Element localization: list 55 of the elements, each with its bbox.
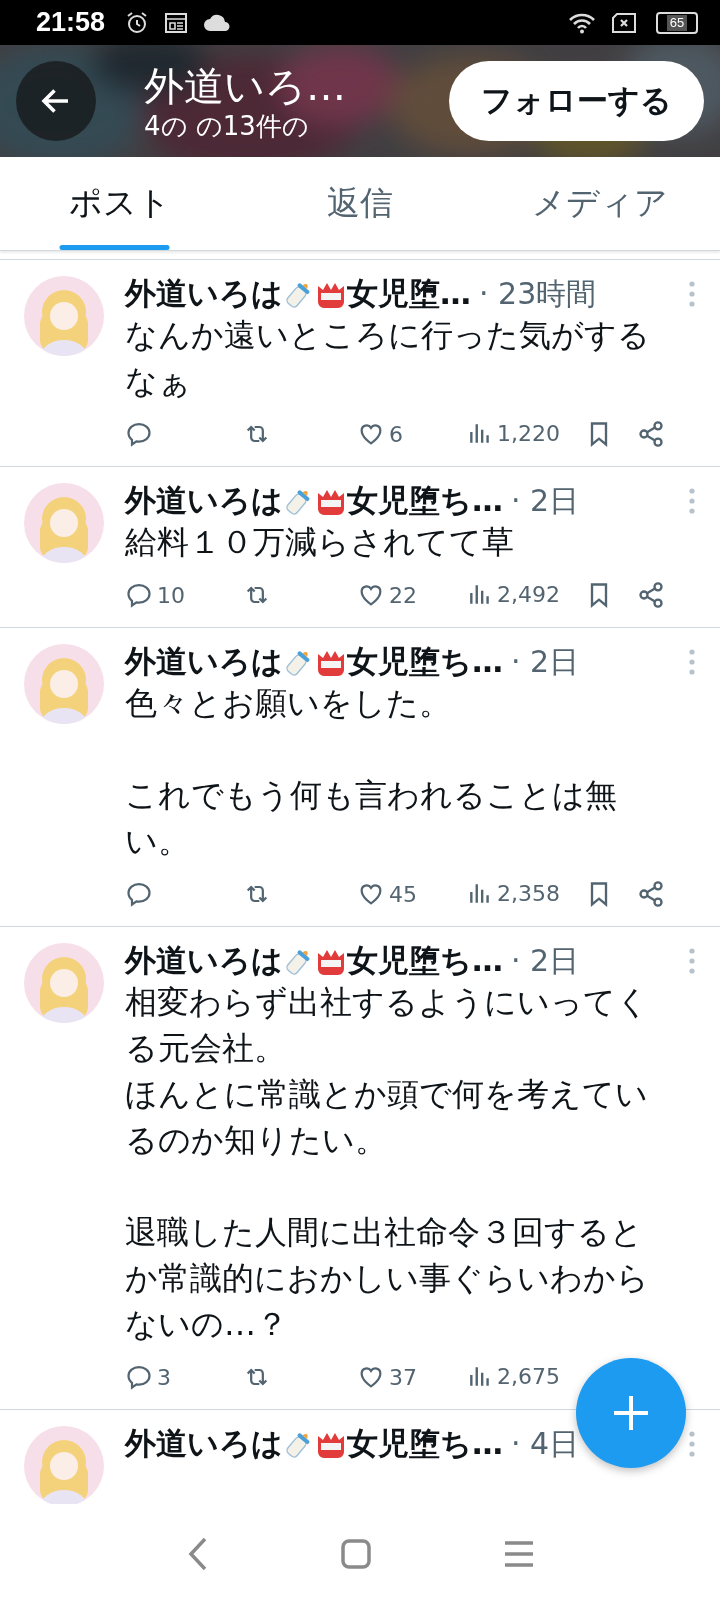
calendar-icon	[163, 10, 190, 35]
share-icon[interactable]	[637, 581, 665, 609]
post-time: · 2日	[511, 642, 580, 681]
post-time: · 4日	[511, 1424, 580, 1463]
tab[interactable]: メディア	[480, 157, 720, 250]
tab[interactable]: ポスト	[0, 157, 240, 250]
like-count: 6	[389, 421, 403, 447]
follow-button[interactable]: フォローする	[449, 61, 704, 141]
author-name[interactable]: 女児堕ち…	[347, 940, 503, 982]
clock: 21:58	[36, 7, 106, 38]
view-count: 2,492	[497, 581, 560, 607]
author-name[interactable]: 外道いろは	[125, 480, 283, 522]
plus-icon	[611, 1393, 651, 1433]
battery-level: 65	[666, 14, 688, 31]
reply-icon[interactable]	[125, 880, 153, 908]
author-name[interactable]: 女児堕ち…	[347, 480, 503, 522]
reply-count: 10	[157, 582, 185, 608]
post-time: · 23時間	[479, 274, 597, 313]
view-count: 2,675	[497, 1363, 560, 1389]
post-text: 色々とお願いをした。	[125, 683, 452, 724]
no-sim-icon	[610, 11, 638, 34]
like-count: 37	[389, 1364, 417, 1390]
like-count: 45	[389, 881, 417, 907]
author-name[interactable]: 女児堕ち…	[347, 641, 503, 683]
reply-icon[interactable]	[125, 1363, 153, 1391]
wifi-icon	[568, 11, 596, 34]
reply-icon[interactable]	[125, 420, 153, 448]
reply-count: 3	[157, 1364, 171, 1390]
author-name[interactable]: 外道いろは	[125, 273, 283, 315]
post-text: 給料１０万減らされてて草	[125, 522, 515, 563]
cloud-icon	[203, 13, 232, 32]
share-icon[interactable]	[637, 880, 665, 908]
post-time: · 2日	[511, 481, 580, 520]
compose-button[interactable]	[576, 1358, 686, 1468]
post-text: これでもう何も言われることは無い。	[125, 775, 618, 862]
post-text: 退職した人間に出社命令３回するとか常識的におかしい事ぐらいわからないの…？	[125, 1212, 650, 1345]
share-icon[interactable]	[637, 420, 665, 448]
menu-icon[interactable]	[502, 1540, 535, 1568]
view-count: 2,358	[497, 880, 560, 906]
author-name[interactable]: 外道いろは	[125, 940, 283, 982]
author-name[interactable]: 女児堕ち…	[347, 1423, 503, 1465]
home-icon[interactable]	[340, 1538, 372, 1570]
like-count: 22	[389, 582, 417, 608]
post-text: なんか遠いところに行った気がするなぁ	[125, 315, 651, 402]
post-text: ほんとに常識とか頭で何を考えているのか知りたい。	[125, 1074, 649, 1161]
view-count: 1,220	[497, 420, 560, 446]
post-text: 相変わらず出社するようにいってくる元会社。	[125, 982, 650, 1069]
author-name[interactable]: 外道いろは	[125, 641, 283, 683]
author-name[interactable]: 女児堕…	[347, 273, 471, 315]
tab[interactable]: 返信	[240, 157, 480, 250]
post-time: · 2日	[511, 941, 580, 980]
profile-name: 外道いろ…	[144, 62, 347, 111]
post-count: 4の の13件の	[144, 111, 310, 141]
reply-icon[interactable]	[125, 581, 153, 609]
author-name[interactable]: 外道いろは	[125, 1423, 283, 1465]
